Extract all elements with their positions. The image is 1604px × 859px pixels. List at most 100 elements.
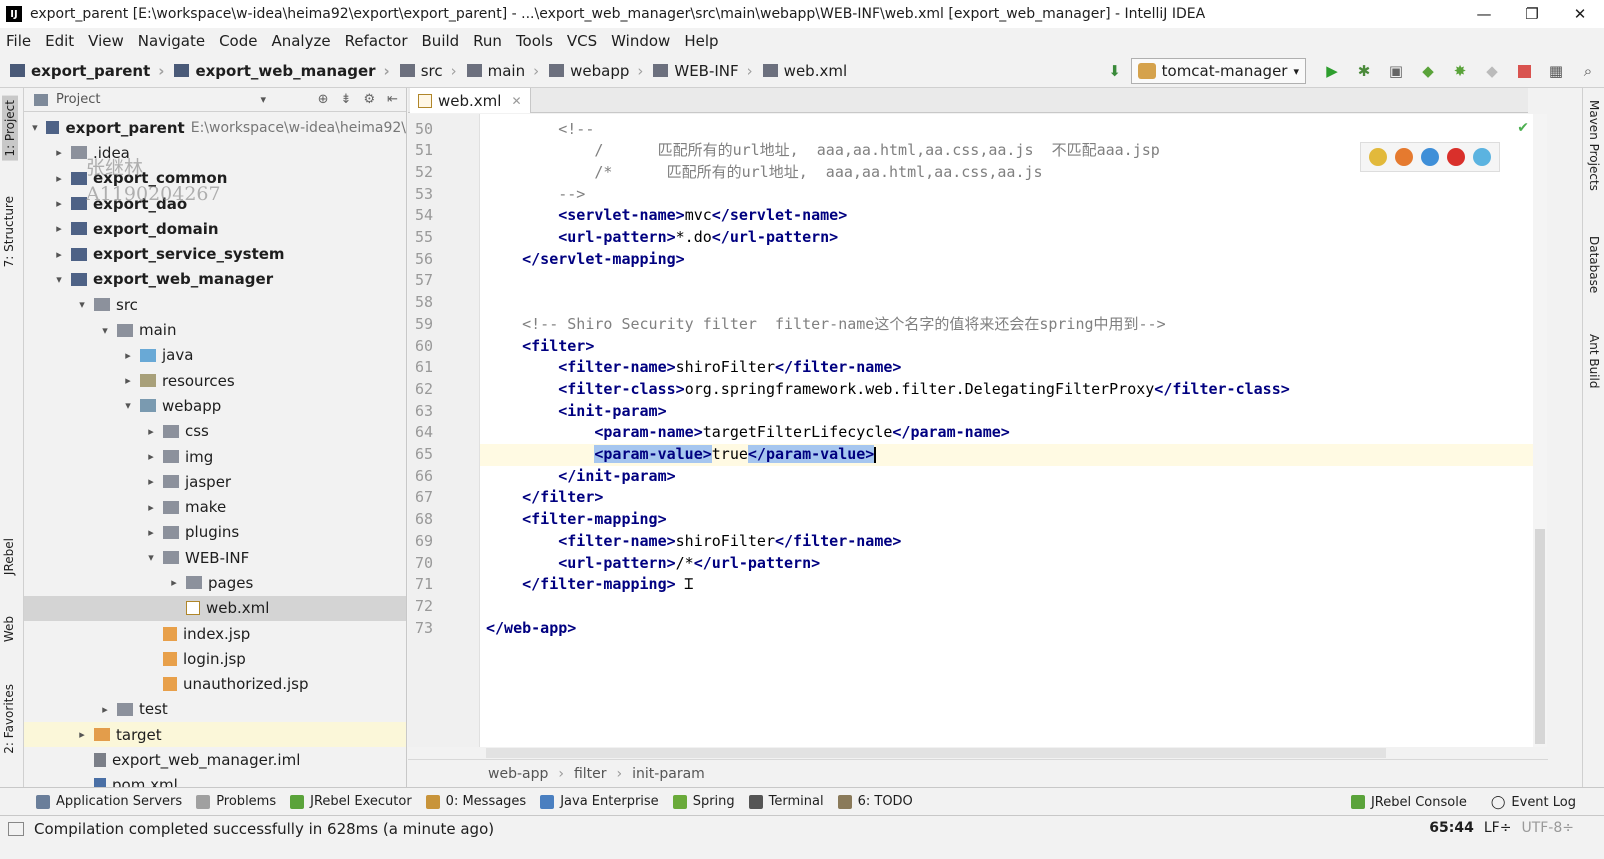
search-icon[interactable]: ⌕ <box>1578 61 1598 81</box>
project-structure-icon[interactable]: ▦ <box>1546 61 1566 81</box>
menu-file[interactable]: File <box>6 32 31 50</box>
close-icon[interactable]: ✕ <box>511 94 521 108</box>
tree-item[interactable]: ▸ java <box>24 343 406 368</box>
menu-window[interactable]: Window <box>611 32 670 50</box>
chevron-right-icon[interactable]: ▸ <box>51 146 67 159</box>
chevron-right-icon[interactable]: ▸ <box>120 349 136 362</box>
tool-0-messages[interactable]: 0: Messages <box>425 794 526 809</box>
chevron-down-icon[interactable]: ▾ <box>120 399 136 412</box>
nav-crumb[interactable]: export_web_manager › <box>174 62 390 80</box>
tree-item[interactable]: ▾ webapp <box>24 393 406 418</box>
menu-refactor[interactable]: Refactor <box>345 32 408 50</box>
chevron-right-icon[interactable]: ▸ <box>74 728 90 741</box>
chevron-right-icon[interactable]: ▸ <box>51 222 67 235</box>
chevron-right-icon[interactable]: ▸ <box>97 703 113 716</box>
menu-code[interactable]: Code <box>219 32 257 50</box>
tab-jrebel[interactable]: JRebel <box>2 538 16 575</box>
tree-item[interactable]: web.xml <box>24 595 406 621</box>
tool-problems[interactable]: Problems <box>196 794 276 809</box>
breadcrumb-web-app[interactable]: web-app <box>488 766 548 782</box>
minimize-button[interactable]: — <box>1460 5 1508 23</box>
tab-web[interactable]: Web <box>2 616 16 642</box>
project-view-select[interactable]: Project <box>56 92 100 107</box>
vertical-scrollbar[interactable] <box>1533 114 1547 747</box>
coverage-icon[interactable]: ▣ <box>1386 61 1406 81</box>
tree-item[interactable]: ▾ main <box>24 317 406 342</box>
stop-icon[interactable] <box>1514 61 1534 81</box>
tree-item[interactable]: pom.xml <box>24 773 406 787</box>
tab-database[interactable]: Database <box>1587 236 1601 293</box>
tree-item[interactable]: ▾ export_web_manager <box>24 267 406 292</box>
nav-crumb[interactable]: export_parent › <box>10 62 164 80</box>
chevron-right-icon[interactable]: ▸ <box>143 475 159 488</box>
menu-tools[interactable]: Tools <box>516 32 553 50</box>
tab-favorites[interactable]: 2: Favorites <box>2 684 16 754</box>
chevron-down-icon[interactable]: ▾ <box>74 298 90 311</box>
menu-help[interactable]: Help <box>684 32 718 50</box>
chevron-down-icon[interactable]: ▾ <box>51 273 67 286</box>
jrebel-debug-icon[interactable]: ✸ <box>1450 61 1470 81</box>
chevron-right-icon[interactable]: ▸ <box>143 526 159 539</box>
breadcrumb-init-param[interactable]: init-param <box>632 766 705 782</box>
tree-item[interactable]: ▾ WEB-INF <box>24 545 406 570</box>
hide-panel-icon[interactable]: ⇤ <box>387 92 398 107</box>
menu-view[interactable]: View <box>88 32 124 50</box>
chevron-down-icon[interactable]: ▾ <box>143 551 159 564</box>
build-icon[interactable]: ⬇ <box>1105 61 1125 81</box>
debug-icon[interactable]: ✱ <box>1354 61 1374 81</box>
tree-item[interactable]: ▾ export_parent E:\workspace\w-idea\heima9… <box>24 115 406 140</box>
nav-crumb[interactable]: web.xml <box>762 62 847 80</box>
breadcrumb-filter[interactable]: filter <box>574 766 607 782</box>
tree-item[interactable]: unauthorized.jsp <box>24 672 406 697</box>
tool-terminal[interactable]: Terminal <box>748 794 824 809</box>
nav-crumb[interactable]: src › <box>399 62 457 80</box>
scroll-from-source-icon[interactable]: ⊕ <box>318 92 329 107</box>
tree-item[interactable]: index.jsp <box>24 621 406 646</box>
tree-item[interactable]: ▸ img <box>24 444 406 469</box>
menu-vcs[interactable]: VCS <box>567 32 597 50</box>
chevron-right-icon[interactable]: ▸ <box>143 450 159 463</box>
caret-position[interactable]: 65:44 <box>1429 820 1474 836</box>
chevron-right-icon[interactable]: ▸ <box>143 425 159 438</box>
tree-item[interactable]: ▸ plugins <box>24 520 406 545</box>
tool-jrebel-executor[interactable]: JRebel Executor <box>290 794 412 809</box>
tool-application-servers[interactable]: Application Servers <box>36 794 182 809</box>
chevron-down-icon[interactable]: ▾ <box>260 93 266 106</box>
tree-item[interactable]: ▸ make <box>24 494 406 519</box>
nav-crumb[interactable]: webapp › <box>549 62 643 80</box>
tree-item[interactable]: ▸ export_domain <box>24 216 406 241</box>
tree-item[interactable]: ▸ pages <box>24 570 406 595</box>
menu-build[interactable]: Build <box>422 32 460 50</box>
tab-ant-build[interactable]: Ant Build <box>1587 334 1601 388</box>
tab-project[interactable]: 1: Project <box>2 96 18 161</box>
tree-item[interactable]: ▸ target <box>24 722 406 748</box>
chevron-down-icon[interactable]: ▾ <box>97 324 113 337</box>
tree-item[interactable]: ▸ jasper <box>24 469 406 494</box>
tab-maven-projects[interactable]: Maven Projects <box>1587 100 1601 191</box>
chevron-right-icon[interactable]: ▸ <box>51 172 67 185</box>
tool-java-enterprise[interactable]: Java Enterprise <box>540 794 659 809</box>
chevron-right-icon[interactable]: ▸ <box>51 197 67 210</box>
jrebel-run-icon[interactable]: ◆ <box>1418 61 1438 81</box>
run-icon[interactable]: ▶ <box>1322 61 1342 81</box>
collapse-all-icon[interactable]: ⇟ <box>341 92 352 107</box>
chevron-right-icon[interactable]: ▸ <box>51 248 67 261</box>
chevron-right-icon[interactable]: ▸ <box>120 374 136 387</box>
gear-icon[interactable]: ⚙ <box>363 92 375 107</box>
jrebel-disabled-icon[interactable]: ◆ <box>1482 61 1502 81</box>
line-separator[interactable]: LF÷ <box>1484 820 1512 836</box>
tree-item[interactable]: ▸ resources <box>24 368 406 393</box>
chevron-down-icon[interactable]: ▾ <box>28 121 42 134</box>
restore-button[interactable]: ❐ <box>1508 5 1556 23</box>
tab-structure[interactable]: 7: Structure <box>2 196 16 267</box>
tree-item[interactable]: ▸ css <box>24 419 406 444</box>
chevron-right-icon[interactable]: ▸ <box>143 501 159 514</box>
horizontal-scrollbar[interactable] <box>486 748 1386 758</box>
tree-item[interactable]: ▾ src <box>24 292 406 317</box>
menu-edit[interactable]: Edit <box>45 32 74 50</box>
tool-6-todo[interactable]: 6: TODO <box>837 794 913 809</box>
tab-web-xml[interactable]: web.xml ✕ <box>410 88 531 113</box>
menu-analyze[interactable]: Analyze <box>271 32 330 50</box>
nav-crumb[interactable]: WEB-INF › <box>653 62 753 80</box>
toggle-tool-windows-icon[interactable] <box>8 822 24 836</box>
